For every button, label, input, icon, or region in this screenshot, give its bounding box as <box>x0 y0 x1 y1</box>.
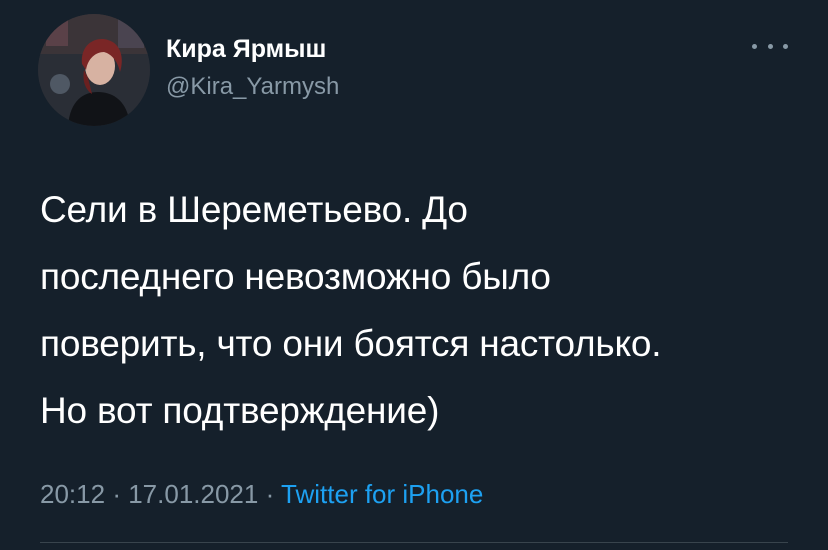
tweet-text-line: последнего невозможно было <box>40 256 551 297</box>
tweet-text: Сели в Шереметьево. До последнего невозм… <box>40 176 810 444</box>
meta-separator-glyph: · <box>112 479 121 509</box>
divider <box>40 542 788 543</box>
author-display-name[interactable]: Кира Ярмыш <box>166 34 339 64</box>
meta-separator: · <box>266 479 281 509</box>
tweet: Кира Ярмыш @Kira_Yarmysh Сели в Шереметь… <box>0 0 828 550</box>
more-dot <box>752 43 757 49</box>
tweet-date[interactable]: 17.01.2021 <box>128 479 258 509</box>
tweet-text-line: Но вот подтверждение) <box>40 390 440 431</box>
tweet-time[interactable]: 20:12 <box>40 479 105 509</box>
tweet-text-line: Сели в Шереметьево. До <box>40 189 468 230</box>
tweet-text-line: поверить, что они боятся настолько. <box>40 323 662 364</box>
more-dot <box>783 43 788 49</box>
author-block[interactable]: Кира Ярмыш @Kira_Yarmysh <box>166 34 339 102</box>
author-handle[interactable]: @Kira_Yarmysh <box>166 72 339 102</box>
avatar-photo <box>38 14 150 126</box>
tweet-meta: 20:12 · 17.01.2021 · Twitter for iPhone <box>40 476 483 512</box>
meta-separator: · <box>112 479 128 509</box>
meta-separator-glyph: · <box>265 479 275 509</box>
tweet-source-link[interactable]: Twitter for iPhone <box>281 479 483 509</box>
more-dot <box>767 43 773 49</box>
avatar[interactable] <box>38 14 150 126</box>
more-horizontal-icon[interactable] <box>752 36 788 56</box>
